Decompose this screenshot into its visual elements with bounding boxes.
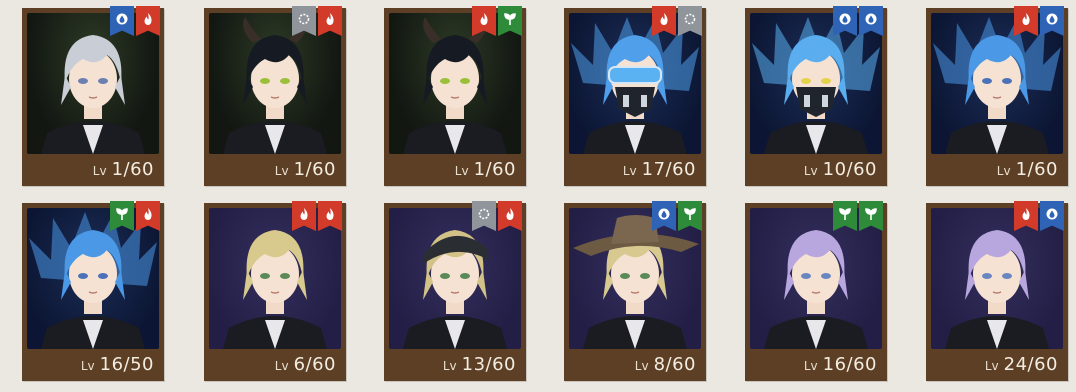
level-prefix: Lv	[454, 164, 469, 178]
level-prefix: Lv	[442, 359, 457, 373]
level-prefix: Lv	[803, 164, 818, 178]
fire-attribute-icon	[498, 201, 522, 231]
level-display: Lv 16/50	[22, 349, 164, 381]
fire-attribute-icon	[652, 6, 676, 36]
fire-attribute-icon	[472, 6, 496, 36]
attribute-badges	[110, 201, 160, 231]
character-card[interactable]: Lv 1/60	[22, 6, 164, 186]
attribute-badges	[833, 201, 883, 231]
fire-attribute-icon	[1014, 6, 1038, 36]
character-card[interactable]: Lv 10/60	[745, 6, 887, 186]
attribute-badges	[292, 201, 342, 231]
level-prefix: Lv	[274, 359, 289, 373]
level-display: Lv 1/60	[384, 154, 526, 186]
attribute-badges	[1014, 6, 1064, 36]
level-value: 17/60	[641, 159, 696, 180]
level-display: Lv 6/60	[204, 349, 346, 381]
level-prefix: Lv	[996, 164, 1011, 178]
character-card[interactable]: Lv 24/60	[926, 201, 1068, 381]
flora-attribute-icon	[833, 201, 857, 231]
character-card[interactable]: Lv 17/60	[564, 6, 706, 186]
water-attribute-icon	[859, 6, 883, 36]
water-attribute-icon	[833, 6, 857, 36]
fire-attribute-icon	[292, 201, 316, 231]
level-value: 1/60	[111, 159, 154, 180]
level-value: 16/50	[99, 354, 154, 375]
level-display: Lv 24/60	[926, 349, 1068, 381]
fire-attribute-icon	[136, 6, 160, 36]
attribute-badges	[472, 201, 522, 231]
level-display: Lv 16/60	[745, 349, 887, 381]
water-attribute-icon	[1040, 6, 1064, 36]
character-card[interactable]: Lv 8/60	[564, 201, 706, 381]
level-display: Lv 10/60	[745, 154, 887, 186]
level-prefix: Lv	[274, 164, 289, 178]
level-value: 16/60	[822, 354, 877, 375]
flora-attribute-icon	[678, 201, 702, 231]
flora-attribute-icon	[498, 6, 522, 36]
level-value: 1/60	[1015, 159, 1058, 180]
fire-attribute-icon	[1014, 201, 1038, 231]
level-value: 13/60	[461, 354, 516, 375]
character-card[interactable]: Lv 16/50	[22, 201, 164, 381]
character-card[interactable]: Lv 13/60	[384, 201, 526, 381]
attribute-badges	[292, 6, 342, 36]
card-grid: Lv 1/60 Lv 1/60 Lv 1/60 Lv 17/60 Lv 10/60 Lv 1/6…	[0, 0, 1076, 392]
attribute-badges	[652, 6, 702, 36]
level-display: Lv 13/60	[384, 349, 526, 381]
character-card[interactable]: Lv 1/60	[926, 6, 1068, 186]
level-prefix: Lv	[80, 359, 95, 373]
level-prefix: Lv	[92, 164, 107, 178]
neutral-attribute-icon	[292, 6, 316, 36]
level-display: Lv 1/60	[22, 154, 164, 186]
flora-attribute-icon	[859, 201, 883, 231]
level-prefix: Lv	[984, 359, 999, 373]
attribute-badges	[472, 6, 522, 36]
character-card[interactable]: Lv 16/60	[745, 201, 887, 381]
level-prefix: Lv	[622, 164, 637, 178]
flora-attribute-icon	[110, 201, 134, 231]
level-display: Lv 1/60	[204, 154, 346, 186]
level-prefix: Lv	[634, 359, 649, 373]
level-value: 10/60	[822, 159, 877, 180]
level-value: 1/60	[293, 159, 336, 180]
level-display: Lv 17/60	[564, 154, 706, 186]
attribute-badges	[652, 201, 702, 231]
neutral-attribute-icon	[472, 201, 496, 231]
neutral-attribute-icon	[678, 6, 702, 36]
level-value: 24/60	[1003, 354, 1058, 375]
level-prefix: Lv	[803, 359, 818, 373]
attribute-badges	[1014, 201, 1064, 231]
level-value: 6/60	[293, 354, 336, 375]
level-value: 1/60	[473, 159, 516, 180]
level-display: Lv 1/60	[926, 154, 1068, 186]
character-card[interactable]: Lv 1/60	[204, 6, 346, 186]
attribute-badges	[833, 6, 883, 36]
water-attribute-icon	[110, 6, 134, 36]
fire-attribute-icon	[318, 6, 342, 36]
water-attribute-icon	[1040, 201, 1064, 231]
fire-attribute-icon	[318, 201, 342, 231]
character-card[interactable]: Lv 6/60	[204, 201, 346, 381]
level-value: 8/60	[653, 354, 696, 375]
water-attribute-icon	[652, 201, 676, 231]
attribute-badges	[110, 6, 160, 36]
character-card[interactable]: Lv 1/60	[384, 6, 526, 186]
level-display: Lv 8/60	[564, 349, 706, 381]
fire-attribute-icon	[136, 201, 160, 231]
